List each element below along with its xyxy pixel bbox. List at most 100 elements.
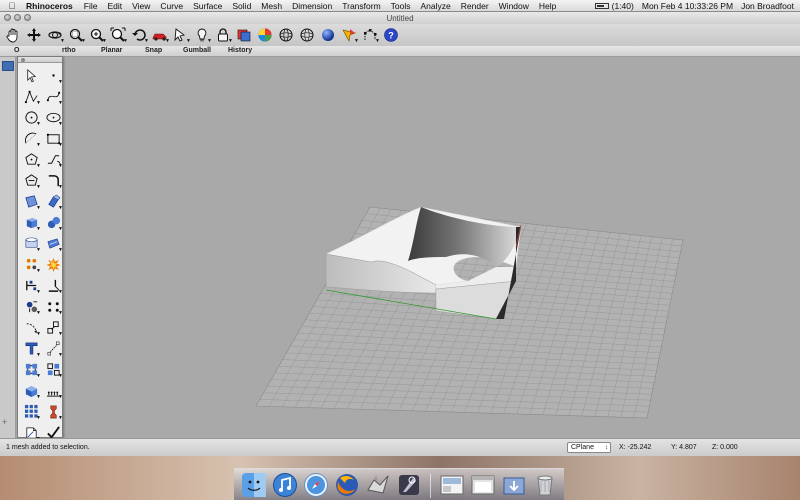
help-icon[interactable]: ? (382, 26, 400, 44)
menu-user[interactable]: Jon Broadfoot (741, 1, 794, 11)
menu-analyze[interactable]: Analyze (416, 1, 456, 11)
polygon-icon[interactable]: ▼ (43, 128, 63, 149)
select-arrow-icon[interactable] (21, 65, 41, 86)
finder-icon[interactable] (241, 472, 267, 498)
option-gumball[interactable]: Gumball (183, 47, 211, 54)
text-icon[interactable]: ▼ (21, 338, 41, 359)
downloads-icon[interactable] (501, 472, 527, 498)
menu-clock[interactable]: Mon Feb 4 10:33:26 PM (642, 1, 733, 11)
pan-hand-icon[interactable] (4, 26, 22, 44)
option-ortho-prefix[interactable]: O (14, 47, 19, 54)
window-icon[interactable] (470, 472, 496, 498)
aperture-icon[interactable] (396, 472, 422, 498)
point-icon[interactable]: ▼ (43, 65, 63, 86)
ellipse-icon[interactable]: ▼ (43, 107, 63, 128)
select-icon[interactable]: ▼ (172, 26, 191, 44)
menu-dimension[interactable]: Dimension (287, 1, 337, 11)
box-solid-icon[interactable]: ▼ (21, 212, 41, 233)
offset-curve-icon[interactable]: ▼ (43, 170, 63, 191)
rotate-icon[interactable]: ▼ (21, 317, 41, 338)
menu-mesh[interactable]: Mesh (256, 1, 287, 11)
sweep-icon[interactable]: ▼ (43, 233, 63, 254)
freeform-icon[interactable]: ▼ (43, 149, 63, 170)
circle-icon[interactable]: ▼ (21, 107, 41, 128)
menu-tools[interactable]: Tools (386, 1, 416, 11)
zoom-selected-icon[interactable]: ▼ (109, 26, 128, 44)
zoom-extents-icon[interactable]: ▼ (88, 26, 107, 44)
mesh-icon[interactable]: ▼ (21, 296, 41, 317)
group-icon[interactable]: ▼ (21, 359, 41, 380)
move-view-icon[interactable] (25, 26, 43, 44)
itunes-icon[interactable] (272, 472, 298, 498)
explode-icon[interactable] (43, 254, 63, 275)
hide-icon[interactable]: ▼ (193, 26, 212, 44)
curve-icon[interactable]: ▼ (43, 86, 63, 107)
menu-surface[interactable]: Surface (188, 1, 227, 11)
undo-view-icon[interactable]: ▼ (130, 26, 149, 44)
dock-separator (429, 474, 431, 498)
wireframe-sphere-icon[interactable] (277, 26, 295, 44)
lock-icon[interactable]: ▼ (214, 26, 233, 44)
menu-file[interactable]: File (79, 1, 103, 11)
grid-array-icon[interactable]: ▼ (21, 401, 41, 422)
boolean-icon[interactable]: ▼ (21, 254, 41, 275)
color-wheel-icon[interactable] (256, 26, 274, 44)
extrude-surface-icon[interactable]: ▼ (43, 191, 63, 212)
menu-render[interactable]: Render (456, 1, 494, 11)
split-icon[interactable]: ▼ (21, 275, 41, 296)
rhino-dock-icon[interactable] (365, 472, 391, 498)
zoom-window-icon[interactable]: ▼ (67, 26, 86, 44)
render-icon[interactable]: ▼ (21, 380, 41, 401)
battery-status[interactable]: (1:40) (595, 1, 634, 11)
rotate-view-icon[interactable]: ▼ (46, 26, 65, 44)
sidebar-viewport-item[interactable] (2, 61, 14, 71)
palette-title-bar[interactable] (18, 57, 62, 63)
option-ortho[interactable]: rtho (62, 47, 76, 54)
points-on-icon[interactable]: ▼ (361, 26, 380, 44)
arc-icon[interactable]: ▼ (21, 128, 41, 149)
menu-extras: (1:40) Mon Feb 4 10:33:26 PM Jon Broadfo… (595, 1, 800, 11)
cylinder-icon[interactable]: ▼ (21, 233, 41, 254)
menu-window[interactable]: Window (494, 1, 534, 11)
apple-menu-icon[interactable]:  (4, 1, 20, 11)
palette-close-button[interactable] (21, 58, 25, 62)
safari-icon[interactable] (303, 472, 329, 498)
shaded-sphere-icon[interactable] (298, 26, 316, 44)
light-icon[interactable]: ▼ (43, 380, 63, 401)
option-snap[interactable]: Snap (145, 47, 162, 54)
layers-icon[interactable] (235, 26, 253, 44)
rendered-sphere-icon[interactable] (319, 26, 337, 44)
menu-app-name[interactable]: Rhinoceros (20, 1, 79, 11)
option-history[interactable]: History (228, 47, 252, 54)
mirror-icon[interactable]: ▼ (43, 296, 63, 317)
menu-curve[interactable]: Curve (155, 1, 188, 11)
perspective-viewport[interactable] (16, 57, 800, 438)
menu-edit[interactable]: Edit (102, 1, 127, 11)
car-render-icon[interactable]: ▼ (151, 26, 170, 44)
preview-icon[interactable] (439, 472, 465, 498)
minimize-window-button[interactable] (14, 14, 21, 21)
window-title-bar: Untitled (0, 12, 800, 24)
array-icon[interactable]: ▼ (43, 359, 63, 380)
sphere-solid-icon[interactable]: ▼ (43, 212, 63, 233)
rectangle-icon[interactable]: ▼ (21, 149, 41, 170)
cplane-select[interactable]: CPlane ↕ (567, 442, 611, 453)
trash-icon[interactable] (532, 472, 558, 498)
analyze-icon[interactable]: ▼ (43, 401, 63, 422)
trim-icon[interactable]: ▼ (43, 275, 63, 296)
menu-solid[interactable]: Solid (227, 1, 256, 11)
menu-view[interactable]: View (127, 1, 155, 11)
crosshair-icon: + (2, 417, 8, 427)
polyline-icon[interactable]: ▼ (21, 86, 41, 107)
surface-from-points-icon[interactable]: ▼ (21, 191, 41, 212)
zoom-window-button[interactable] (24, 14, 31, 21)
option-planar[interactable]: Planar (101, 47, 122, 54)
fillet-curve-icon[interactable]: ▼ (21, 170, 41, 191)
firefox-icon[interactable] (334, 472, 360, 498)
osnap-icon[interactable]: ▼ (340, 26, 359, 44)
scale-icon[interactable]: ▼ (43, 317, 63, 338)
close-window-button[interactable] (4, 14, 11, 21)
menu-help[interactable]: Help (534, 1, 561, 11)
menu-transform[interactable]: Transform (337, 1, 385, 11)
dimension-icon[interactable]: ▼ (43, 338, 63, 359)
